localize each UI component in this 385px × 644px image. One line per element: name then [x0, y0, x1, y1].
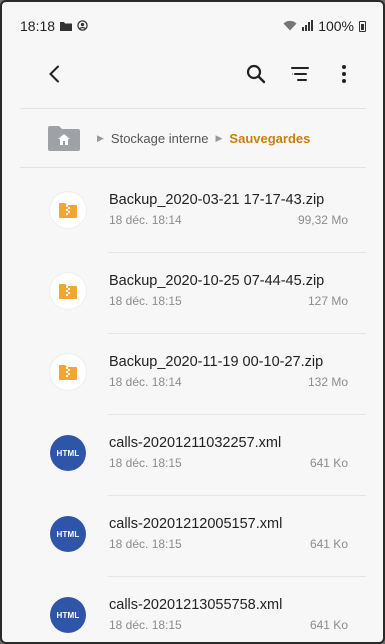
more-options-button[interactable]	[330, 60, 358, 88]
home-folder-button[interactable]	[48, 125, 80, 151]
battery-percent: 100%	[318, 18, 354, 34]
file-size: 127 Mo	[307, 294, 348, 308]
html-file-icon: HTML	[50, 435, 86, 471]
archive-icon	[50, 354, 86, 390]
file-name: Backup_2020-11-19 00-10-27.zip	[109, 354, 324, 370]
file-date: 18 déc. 18:15	[109, 537, 182, 551]
more-vert-icon	[342, 65, 346, 83]
breadcrumb-separator-icon: ▶	[215, 132, 223, 143]
battery-icon	[359, 20, 366, 32]
file-row[interactable]: HTML calls-20201213055758.xml 18 déc. 18…	[20, 577, 366, 642]
file-date: 18 déc. 18:14	[109, 375, 182, 389]
wifi-icon	[283, 18, 297, 34]
html-badge-label: HTML	[56, 610, 80, 620]
file-size: 641 Ko	[309, 456, 348, 470]
account-notification-icon	[77, 18, 88, 34]
file-date: 18 déc. 18:15	[109, 618, 182, 632]
file-name: calls-20201212005157.xml	[109, 516, 283, 532]
archive-icon	[50, 273, 86, 309]
breadcrumb-current[interactable]: Sauvegardes	[229, 131, 310, 146]
file-size: 132 Mo	[307, 375, 348, 389]
sort-button[interactable]	[286, 60, 314, 88]
archive-icon	[50, 192, 86, 228]
action-bar	[20, 46, 366, 102]
file-name: Backup_2020-03-21 17-17-43.zip	[109, 192, 325, 208]
file-date: 18 déc. 18:15	[109, 456, 182, 470]
file-name: Backup_2020-10-25 07-44-45.zip	[109, 273, 325, 289]
back-button[interactable]	[40, 60, 68, 88]
file-row[interactable]: Backup_2020-03-21 17-17-43.zip 18 déc. 1…	[20, 172, 366, 253]
file-row[interactable]: HTML calls-20201211032257.xml 18 déc. 18…	[20, 415, 366, 496]
file-row[interactable]: Backup_2020-11-19 00-10-27.zip 18 déc. 1…	[20, 334, 366, 415]
signal-icon	[302, 18, 314, 34]
breadcrumb: ▶ Stockage interne ▶ Sauvegardes	[20, 108, 366, 168]
file-list: Backup_2020-03-21 17-17-43.zip 18 déc. 1…	[20, 172, 366, 642]
html-file-icon: HTML	[50, 516, 86, 552]
home-folder-icon	[48, 126, 80, 151]
search-icon	[246, 64, 266, 84]
device-frame: 18:18 100% ▶ Stockage interne ▶ Sauvegar…	[0, 0, 385, 644]
html-file-icon: HTML	[50, 597, 86, 633]
folder-notification-icon	[60, 18, 73, 34]
screen: 18:18 100% ▶ Stockage interne ▶ Sauvegar…	[20, 12, 366, 642]
search-button[interactable]	[242, 60, 270, 88]
file-size: 641 Ko	[309, 537, 348, 551]
breadcrumb-separator-icon: ▶	[97, 132, 104, 143]
file-date: 18 déc. 18:15	[109, 294, 182, 308]
file-row[interactable]: Backup_2020-10-25 07-44-45.zip 18 déc. 1…	[20, 253, 366, 334]
sort-icon	[291, 67, 309, 81]
status-bar: 18:18 100%	[20, 12, 366, 40]
file-name: calls-20201211032257.xml	[109, 435, 282, 451]
file-size: 99,32 Mo	[297, 213, 348, 227]
html-badge-label: HTML	[56, 448, 80, 458]
file-row[interactable]: HTML calls-20201212005157.xml 18 déc. 18…	[20, 496, 366, 577]
breadcrumb-item-internal-storage[interactable]: Stockage interne	[111, 131, 209, 146]
file-date: 18 déc. 18:14	[109, 213, 182, 227]
file-name: calls-20201213055758.xml	[109, 597, 283, 613]
file-size: 641 Ko	[309, 618, 348, 632]
status-time: 18:18	[20, 18, 56, 34]
back-arrow-icon	[49, 65, 59, 83]
html-badge-label: HTML	[56, 529, 80, 539]
